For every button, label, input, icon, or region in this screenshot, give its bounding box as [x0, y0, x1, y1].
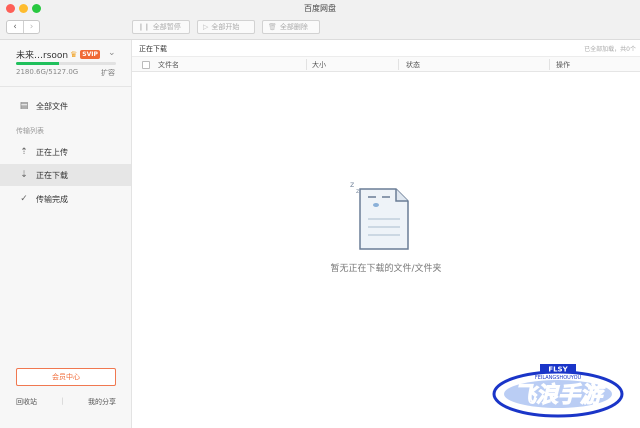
- start-all-button[interactable]: ▷ 全部开始: [197, 20, 255, 34]
- trash-icon: 🗑: [268, 23, 277, 31]
- back-button[interactable]: ‹: [7, 21, 23, 33]
- svip-badge: SVIP: [80, 50, 100, 59]
- column-divider[interactable]: [306, 59, 307, 70]
- main-header: 正在下载 已全部加载，共0个: [132, 40, 640, 57]
- pause-icon: ❙❙: [138, 23, 150, 31]
- sidebar-divider: [0, 86, 131, 87]
- user-account[interactable]: 未来…rsoon ♛ SVIP: [16, 48, 100, 61]
- empty-document-illustration: z z: [350, 180, 409, 250]
- load-status: 已全部加载，共0个: [584, 46, 636, 53]
- chevron-right-icon: ›: [29, 22, 34, 32]
- svg-text:飞浪手游: 飞浪手游: [514, 382, 606, 408]
- empty-state-text: 暂无正在下载的文件/文件夹: [330, 264, 442, 274]
- sidebar: 未来…rsoon ♛ SVIP ⌄ 2180.6G/5127.0G 扩容 ▤ 全…: [0, 40, 132, 428]
- storage-quota-text: 2180.6G/5127.0G: [16, 68, 79, 76]
- sidebar-item-all-files[interactable]: ▤ 全部文件: [0, 95, 131, 117]
- delete-all-label: 全部删除: [279, 23, 308, 31]
- username: 未来…rsoon: [16, 51, 69, 61]
- pause-all-button[interactable]: ❙❙ 全部暂停: [132, 20, 190, 34]
- table-header: 文件名 大小 状态 操作: [132, 57, 640, 72]
- sidebar-item-uploading[interactable]: ⇡ 正在上传: [0, 141, 131, 163]
- check-circle-icon: ✓: [20, 194, 28, 204]
- svg-text:z: z: [350, 180, 354, 189]
- column-divider[interactable]: [549, 59, 550, 70]
- svg-text:FLSY: FLSY: [548, 366, 568, 374]
- vip-center-button[interactable]: 会员中心: [16, 368, 116, 386]
- start-all-label: 全部开始: [211, 23, 240, 31]
- sidebar-item-label: 全部文件: [36, 101, 68, 111]
- play-icon: ▷: [203, 23, 209, 31]
- svg-text:z: z: [356, 188, 359, 195]
- column-divider[interactable]: [398, 59, 399, 70]
- column-header-size[interactable]: 大小: [312, 60, 326, 70]
- chevron-down-icon[interactable]: ⌄: [108, 48, 116, 58]
- feilang-logo-watermark: FLSY FEILANGSHOUYOU 飞浪手游: [492, 364, 624, 418]
- delete-all-button[interactable]: 🗑 全部删除: [262, 20, 320, 34]
- page-title: 正在下载: [139, 45, 167, 53]
- chevron-left-icon: ‹: [13, 22, 17, 32]
- column-header-filename[interactable]: 文件名: [158, 60, 179, 70]
- my-share-link[interactable]: 我的分享: [88, 397, 116, 407]
- sidebar-item-label: 传输完成: [36, 194, 68, 204]
- download-icon: ⇣: [20, 170, 28, 180]
- recycle-bin-link[interactable]: 回收站: [16, 397, 37, 407]
- storage-quota-bar: [16, 62, 116, 65]
- files-icon: ▤: [19, 101, 29, 111]
- title-bar: 百度网盘 ‹ › ❙❙ 全部暂停 ▷ 全部开始 🗑 全部删除: [0, 0, 640, 40]
- crown-icon: ♛: [70, 50, 78, 59]
- sidebar-item-label: 正在下载: [36, 170, 68, 180]
- footer-separator: |: [61, 397, 64, 405]
- sidebar-item-completed[interactable]: ✓ 传输完成: [0, 188, 131, 210]
- nav-buttons: ‹ ›: [6, 20, 40, 34]
- sidebar-item-label: 正在上传: [36, 147, 68, 157]
- column-header-status[interactable]: 状态: [406, 60, 420, 70]
- transfer-list-label: 传输列表: [16, 127, 44, 135]
- select-all-checkbox[interactable]: [142, 61, 150, 69]
- column-header-actions[interactable]: 操作: [556, 60, 570, 70]
- pause-all-label: 全部暂停: [152, 23, 181, 31]
- storage-quota-fill: [16, 62, 59, 65]
- sidebar-item-downloading[interactable]: ⇣ 正在下载: [0, 164, 131, 186]
- expand-storage-link[interactable]: 扩容: [101, 68, 115, 78]
- svg-text:FEILANGSHOUYOU: FEILANGSHOUYOU: [535, 375, 582, 381]
- forward-button[interactable]: ›: [23, 21, 39, 33]
- window-title: 百度网盘: [304, 4, 336, 13]
- sidebar-footer-links: 回收站 | 我的分享: [16, 397, 116, 407]
- upload-icon: ⇡: [20, 147, 28, 157]
